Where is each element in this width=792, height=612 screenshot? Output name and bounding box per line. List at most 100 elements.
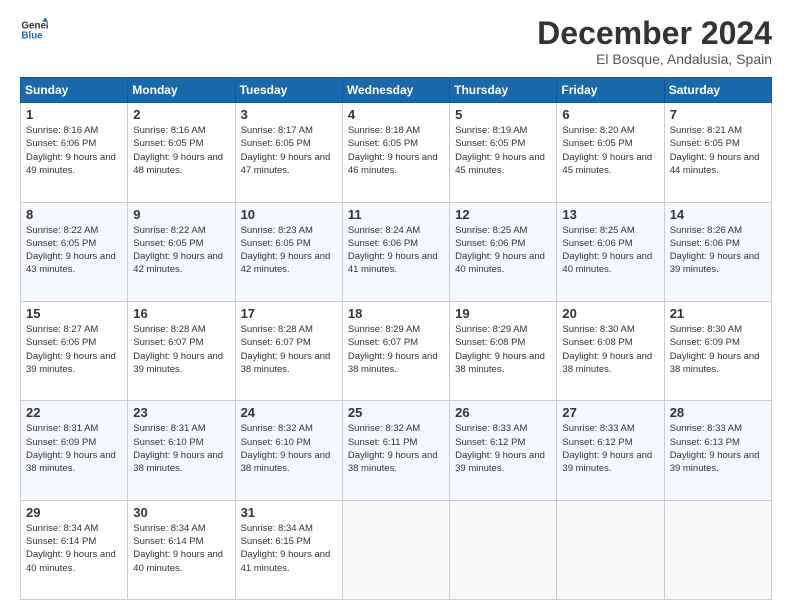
table-row: 30 Sunrise: 8:34 AMSunset: 6:14 PMDayligh…: [128, 500, 235, 599]
day-number: 16: [133, 306, 229, 321]
day-number: 6: [562, 107, 658, 122]
day-number: 17: [241, 306, 337, 321]
table-row: 17Sunrise: 8:28 AMSunset: 6:07 PMDayligh…: [235, 301, 342, 400]
day-number: 25: [348, 405, 444, 420]
day-number: 3: [241, 107, 337, 122]
day-info: Sunrise: 8:33 AMSunset: 6:12 PMDaylight:…: [455, 422, 551, 475]
calendar-row: 1 Sunrise: 8:16 AMSunset: 6:06 PMDaylight…: [21, 103, 772, 202]
day-number: 5: [455, 107, 551, 122]
day-number: 26: [455, 405, 551, 420]
day-info: Sunrise: 8:19 AMSunset: 6:05 PMDaylight:…: [455, 124, 551, 177]
day-number: 19: [455, 306, 551, 321]
day-info: Sunrise: 8:34 AMSunset: 6:14 PMDaylight:…: [26, 522, 122, 575]
page-subtitle: El Bosque, Andalusia, Spain: [537, 51, 772, 67]
calendar-row: 22 Sunrise: 8:31 AMSunset: 6:09 PMDayligh…: [21, 401, 772, 500]
calendar-header-row: Sunday Monday Tuesday Wednesday Thursday…: [21, 78, 772, 103]
day-number: 29: [26, 505, 122, 520]
day-info: Sunrise: 8:31 AMSunset: 6:09 PMDaylight:…: [26, 422, 122, 475]
day-number: 7: [670, 107, 766, 122]
table-row: 22 Sunrise: 8:31 AMSunset: 6:09 PMDayligh…: [21, 401, 128, 500]
day-info: Sunrise: 8:34 AMSunset: 6:15 PMDaylight:…: [241, 522, 337, 575]
day-number: 24: [241, 405, 337, 420]
day-info: Sunrise: 8:25 AMSunset: 6:06 PMDaylight:…: [562, 224, 658, 277]
day-number: 1: [26, 107, 122, 122]
day-info: Sunrise: 8:34 AMSunset: 6:14 PMDaylight:…: [133, 522, 229, 575]
day-info: Sunrise: 8:32 AMSunset: 6:10 PMDaylight:…: [241, 422, 337, 475]
day-info: Sunrise: 8:25 AMSunset: 6:06 PMDaylight:…: [455, 224, 551, 277]
day-info: Sunrise: 8:20 AMSunset: 6:05 PMDaylight:…: [562, 124, 658, 177]
table-row: 18 Sunrise: 8:29 AMSunset: 6:07 PMDayligh…: [342, 301, 449, 400]
day-number: 20: [562, 306, 658, 321]
table-row: 3 Sunrise: 8:17 AMSunset: 6:05 PMDaylight…: [235, 103, 342, 202]
calendar-row: 29 Sunrise: 8:34 AMSunset: 6:14 PMDayligh…: [21, 500, 772, 599]
col-thursday: Thursday: [450, 78, 557, 103]
table-row: 13Sunrise: 8:25 AMSunset: 6:06 PMDayligh…: [557, 202, 664, 301]
table-row: 16 Sunrise: 8:28 AMSunset: 6:07 PMDayligh…: [128, 301, 235, 400]
table-row: 11Sunrise: 8:24 AMSunset: 6:06 PMDayligh…: [342, 202, 449, 301]
table-row: 20 Sunrise: 8:30 AMSunset: 6:08 PMDayligh…: [557, 301, 664, 400]
day-number: 14: [670, 207, 766, 222]
table-row: 29 Sunrise: 8:34 AMSunset: 6:14 PMDayligh…: [21, 500, 128, 599]
day-info: Sunrise: 8:16 AMSunset: 6:05 PMDaylight:…: [133, 124, 229, 177]
day-number: 9: [133, 207, 229, 222]
table-row: 10 Sunrise: 8:23 AMSunset: 6:05 PMDayligh…: [235, 202, 342, 301]
day-number: 28: [670, 405, 766, 420]
day-number: 8: [26, 207, 122, 222]
col-wednesday: Wednesday: [342, 78, 449, 103]
table-row: 1 Sunrise: 8:16 AMSunset: 6:06 PMDaylight…: [21, 103, 128, 202]
page: General Blue December 2024 El Bosque, An…: [0, 0, 792, 612]
table-row: 14 Sunrise: 8:26 AMSunset: 6:06 PMDayligh…: [664, 202, 771, 301]
table-row: [557, 500, 664, 599]
day-info: Sunrise: 8:30 AMSunset: 6:09 PMDaylight:…: [670, 323, 766, 376]
day-info: Sunrise: 8:33 AMSunset: 6:12 PMDaylight:…: [562, 422, 658, 475]
logo: General Blue: [20, 16, 48, 44]
day-number: 30: [133, 505, 229, 520]
table-row: 5 Sunrise: 8:19 AMSunset: 6:05 PMDaylight…: [450, 103, 557, 202]
col-saturday: Saturday: [664, 78, 771, 103]
day-number: 10: [241, 207, 337, 222]
day-info: Sunrise: 8:26 AMSunset: 6:06 PMDaylight:…: [670, 224, 766, 277]
day-info: Sunrise: 8:24 AMSunset: 6:06 PMDaylight:…: [348, 224, 444, 277]
table-row: [342, 500, 449, 599]
day-number: 27: [562, 405, 658, 420]
table-row: 9 Sunrise: 8:22 AMSunset: 6:05 PMDaylight…: [128, 202, 235, 301]
day-info: Sunrise: 8:17 AMSunset: 6:05 PMDaylight:…: [241, 124, 337, 177]
day-number: 22: [26, 405, 122, 420]
header: General Blue December 2024 El Bosque, An…: [20, 16, 772, 67]
table-row: 6 Sunrise: 8:20 AMSunset: 6:05 PMDaylight…: [557, 103, 664, 202]
table-row: 26 Sunrise: 8:33 AMSunset: 6:12 PMDayligh…: [450, 401, 557, 500]
day-info: Sunrise: 8:28 AMSunset: 6:07 PMDaylight:…: [133, 323, 229, 376]
title-section: December 2024 El Bosque, Andalusia, Spai…: [537, 16, 772, 67]
day-info: Sunrise: 8:16 AMSunset: 6:06 PMDaylight:…: [26, 124, 122, 177]
col-tuesday: Tuesday: [235, 78, 342, 103]
day-info: Sunrise: 8:22 AMSunset: 6:05 PMDaylight:…: [26, 224, 122, 277]
day-info: Sunrise: 8:27 AMSunset: 6:06 PMDaylight:…: [26, 323, 122, 376]
table-row: 24 Sunrise: 8:32 AMSunset: 6:10 PMDayligh…: [235, 401, 342, 500]
day-info: Sunrise: 8:29 AMSunset: 6:07 PMDaylight:…: [348, 323, 444, 376]
logo-icon: General Blue: [20, 16, 48, 44]
day-number: 12: [455, 207, 551, 222]
table-row: 4 Sunrise: 8:18 AMSunset: 6:05 PMDaylight…: [342, 103, 449, 202]
table-row: [664, 500, 771, 599]
day-number: 4: [348, 107, 444, 122]
day-number: 15: [26, 306, 122, 321]
calendar-row: 15 Sunrise: 8:27 AMSunset: 6:06 PMDayligh…: [21, 301, 772, 400]
table-row: 27 Sunrise: 8:33 AMSunset: 6:12 PMDayligh…: [557, 401, 664, 500]
table-row: [450, 500, 557, 599]
day-info: Sunrise: 8:31 AMSunset: 6:10 PMDaylight:…: [133, 422, 229, 475]
table-row: 21Sunrise: 8:30 AMSunset: 6:09 PMDayligh…: [664, 301, 771, 400]
day-info: Sunrise: 8:30 AMSunset: 6:08 PMDaylight:…: [562, 323, 658, 376]
day-number: 18: [348, 306, 444, 321]
day-info: Sunrise: 8:29 AMSunset: 6:08 PMDaylight:…: [455, 323, 551, 376]
day-info: Sunrise: 8:23 AMSunset: 6:05 PMDaylight:…: [241, 224, 337, 277]
table-row: 8 Sunrise: 8:22 AMSunset: 6:05 PMDaylight…: [21, 202, 128, 301]
day-number: 2: [133, 107, 229, 122]
day-info: Sunrise: 8:33 AMSunset: 6:13 PMDaylight:…: [670, 422, 766, 475]
page-title: December 2024: [537, 16, 772, 51]
day-info: Sunrise: 8:18 AMSunset: 6:05 PMDaylight:…: [348, 124, 444, 177]
table-row: 15 Sunrise: 8:27 AMSunset: 6:06 PMDayligh…: [21, 301, 128, 400]
table-row: 25Sunrise: 8:32 AMSunset: 6:11 PMDayligh…: [342, 401, 449, 500]
table-row: 19 Sunrise: 8:29 AMSunset: 6:08 PMDayligh…: [450, 301, 557, 400]
col-sunday: Sunday: [21, 78, 128, 103]
day-info: Sunrise: 8:22 AMSunset: 6:05 PMDaylight:…: [133, 224, 229, 277]
